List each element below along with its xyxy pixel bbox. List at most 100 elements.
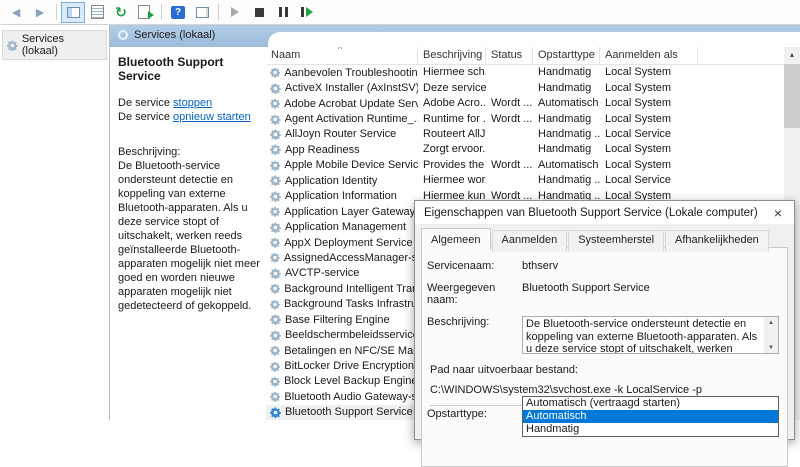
service-description: Provides the ...: [423, 158, 486, 171]
tab-aanmelden[interactable]: Aanmelden: [491, 230, 568, 252]
table-row[interactable]: Agent Activation Runtime_... Runtime for…: [266, 111, 784, 126]
show-console-tree-icon[interactable]: [61, 1, 85, 23]
table-row[interactable]: Apple Mobile Device Service Provides the…: [266, 158, 784, 173]
service-status: [486, 127, 533, 142]
service-logon-as: Local System: [605, 112, 672, 125]
service-icon: [270, 268, 281, 279]
column-header-opstarttype[interactable]: Opstarttype: [533, 47, 600, 64]
service-logon-as: Local System: [605, 143, 672, 156]
service-startup-type: Handmatig: [538, 143, 592, 156]
service-name: BitLocker Drive Encryption ...: [284, 360, 418, 373]
stop-service-icon[interactable]: [247, 2, 271, 23]
dialog-description-label: Beschrijving:: [427, 316, 490, 328]
pause-service-icon[interactable]: [271, 2, 295, 23]
table-row[interactable]: ActiveX Installer (AxInstSV) Deze servic…: [266, 80, 784, 95]
export-list-icon[interactable]: [133, 2, 157, 23]
table-row[interactable]: Aanbevolen Troubleshootin... Hiermee sch…: [266, 65, 784, 80]
service-icon: [270, 160, 281, 171]
service-name: Bluetooth Audio Gateway-s...: [284, 390, 418, 403]
startup-option[interactable]: Automatisch (vertraagd starten): [523, 397, 778, 410]
service-icon: [270, 99, 281, 109]
table-row[interactable]: Adobe Acrobat Update Serv... Adobe Acro.…: [266, 96, 784, 111]
service-name: App Readiness: [285, 143, 360, 156]
service-description: Zorgt ervoor...: [423, 143, 486, 156]
scroll-up-icon[interactable]: ▲: [784, 47, 800, 63]
service-status: Wordt ...: [491, 112, 533, 125]
tab-afhankelijkheden[interactable]: Afhankelijkheden: [665, 230, 769, 252]
service-name: ActiveX Installer (AxInstSV): [284, 82, 418, 95]
service-icon: [270, 222, 281, 233]
scroll-up-icon[interactable]: ▲: [764, 317, 778, 328]
tab-page-general: Servicenaam: bthserv Weergegeven naam: B…: [421, 247, 788, 467]
service-name: AssignedAccessManager-se...: [283, 251, 418, 264]
service-startup-type: Automatisch: [538, 97, 599, 110]
service-name: AppX Deployment Service (...: [284, 236, 418, 249]
service-icon: [270, 114, 281, 125]
service-icon: [270, 83, 281, 94]
service-name: Application Identity: [285, 174, 378, 187]
path-label: Pad naar uitvoerbaar bestand:: [430, 364, 578, 376]
stop-service-link[interactable]: stoppen: [173, 97, 212, 109]
refresh-icon[interactable]: [109, 2, 133, 23]
service-name-value: bthserv: [522, 260, 559, 272]
scroll-down-icon[interactable]: ▼: [764, 342, 778, 353]
service-description-block: Beschrijving: De Bluetooth-service onders…: [118, 145, 260, 313]
forward-icon[interactable]: [28, 2, 52, 23]
list-header: ^ Naam Beschrijving Status Opstarttype Aanme…: [266, 47, 800, 65]
restart-service-icon[interactable]: [295, 2, 319, 23]
column-header-beschrijving[interactable]: Beschrijving: [418, 47, 486, 64]
service-name: Bluetooth Support Service: [285, 406, 413, 419]
service-logon-as: Local System: [605, 97, 672, 110]
service-icon: [270, 175, 281, 187]
startup-type-droplist: Automatisch (vertraagd starten) Automatis…: [522, 396, 779, 437]
restart-service-link[interactable]: opnieuw starten: [173, 111, 251, 123]
scrollbar-thumb[interactable]: [784, 64, 800, 128]
service-description: Hiermee wor...: [423, 174, 486, 187]
services-header-title: Services (lokaal): [134, 29, 216, 41]
properties-icon[interactable]: [85, 2, 109, 23]
tree-item-label: Services (lokaal): [21, 33, 65, 57]
description-textbox[interactable]: De Bluetooth-service ondersteunt detecti…: [522, 316, 779, 354]
service-name: Application Management: [285, 221, 407, 234]
textbox-scrollbar[interactable]: ▲ ▼: [764, 317, 778, 353]
service-name: Block Level Backup Engine ...: [284, 375, 418, 388]
tree-item-services-local[interactable]: Services (lokaal): [2, 30, 107, 60]
column-header-aanmelden-als[interactable]: Aanmelden als: [600, 47, 698, 64]
service-startup-type: Handmatig: [538, 66, 592, 79]
tab-systeemherstel[interactable]: Systeemherstel: [568, 230, 665, 252]
dialog-titlebar[interactable]: Eigenschappen van Bluetooth Support Serv…: [415, 201, 794, 224]
start-service-icon[interactable]: [223, 2, 247, 23]
service-name: Agent Activation Runtime_...: [284, 113, 418, 126]
table-row[interactable]: App Readiness Zorgt ervoor... Handmatig …: [266, 142, 784, 157]
service-name: Application Information: [285, 190, 397, 203]
service-icon: [270, 237, 281, 248]
service-name: Background Intelligent Tran...: [284, 282, 418, 295]
startup-option[interactable]: Handmatig: [523, 423, 778, 436]
service-description: Deze service ...: [423, 81, 486, 94]
table-row[interactable]: Application Identity Hiermee wor... Hand…: [266, 173, 784, 188]
service-status: [486, 173, 533, 188]
service-status: [486, 81, 533, 96]
tab-algemeen[interactable]: Algemeen: [421, 228, 491, 250]
startup-option[interactable]: Automatisch: [523, 410, 778, 423]
close-icon[interactable]: ×: [762, 201, 794, 224]
back-icon[interactable]: [4, 2, 28, 23]
service-name: Adobe Acrobat Update Serv...: [284, 97, 418, 110]
service-name: AllJoyn Router Service: [285, 128, 397, 141]
table-row[interactable]: AllJoyn Router Service Routeert AllJ... …: [266, 127, 784, 142]
description-text: De Bluetooth-service ondersteunt detecti…: [118, 160, 263, 312]
service-icon: [270, 392, 281, 403]
startup-type-label: Opstarttype:: [427, 408, 487, 420]
dialog-title: Eigenschappen van Bluetooth Support Serv…: [424, 206, 758, 219]
service-startup-type: Handmatig ...: [538, 127, 600, 140]
help-icon[interactable]: [166, 2, 190, 23]
service-name: Apple Mobile Device Service: [284, 159, 418, 172]
toolbar: [0, 0, 800, 25]
display-name-label: Weergegeven naam:: [427, 282, 496, 306]
service-startup-type: Handmatig ...: [538, 174, 600, 187]
service-logon-as: Local Service: [605, 127, 672, 140]
service-startup-type: Automatisch: [538, 158, 599, 171]
show-action-pane-icon[interactable]: [190, 2, 214, 23]
column-header-status[interactable]: Status: [486, 47, 533, 64]
service-name: Base Filtering Engine: [285, 313, 390, 326]
